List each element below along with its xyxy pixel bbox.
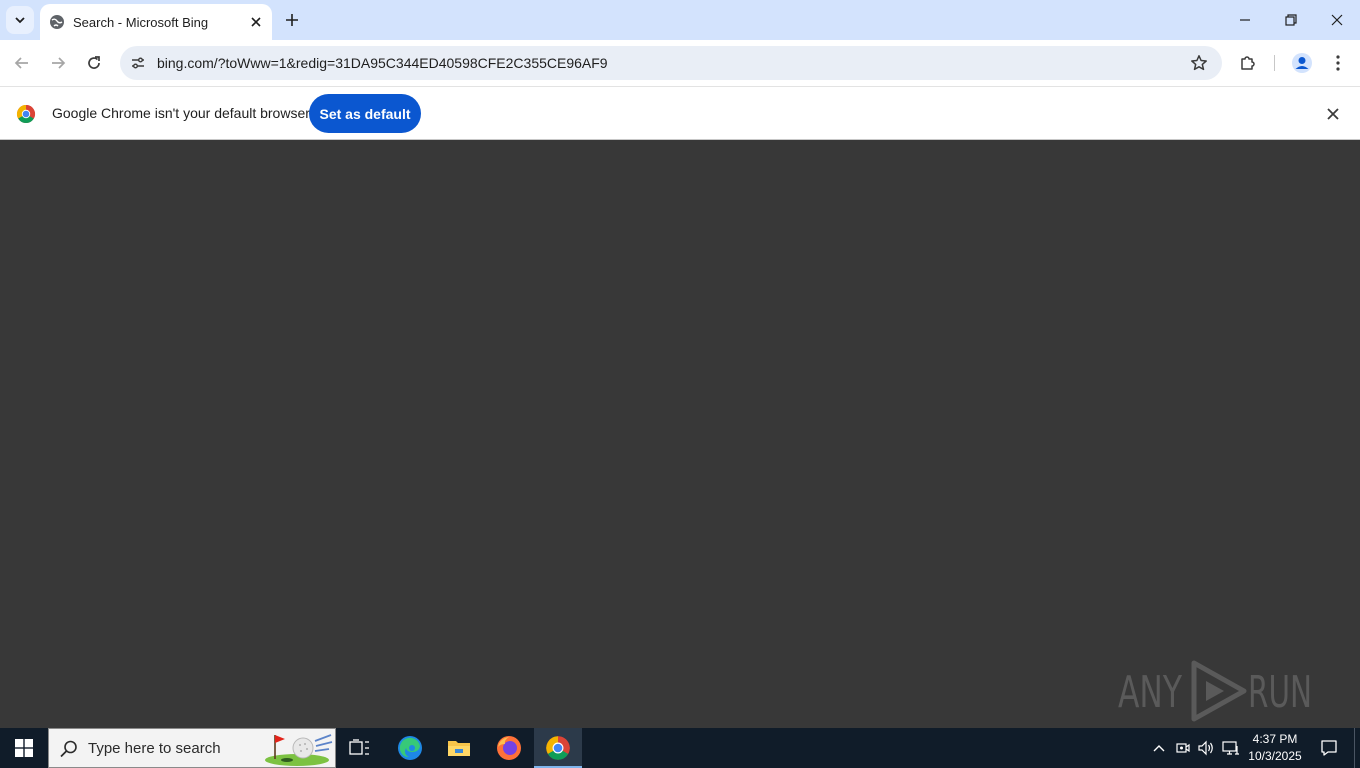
extensions-button[interactable] bbox=[1234, 49, 1262, 77]
tab-active[interactable]: Search - Microsoft Bing bbox=[40, 4, 272, 40]
bookmark-star-icon[interactable] bbox=[1188, 52, 1210, 74]
plus-icon bbox=[286, 14, 298, 26]
start-button[interactable] bbox=[0, 728, 48, 768]
puzzle-icon bbox=[1241, 56, 1255, 70]
svg-text:RUN: RUN bbox=[1248, 667, 1312, 718]
taskbar-file-explorer[interactable] bbox=[435, 728, 483, 768]
tab-strip: Search - Microsoft Bing bbox=[0, 0, 1360, 40]
taskbar-clock[interactable]: 4:37 PM 10/3/2025 bbox=[1243, 731, 1307, 765]
search-placeholder: Type here to search bbox=[88, 740, 221, 757]
reload-button[interactable] bbox=[80, 49, 108, 77]
task-view-button[interactable] bbox=[336, 728, 384, 768]
default-browser-infobar: Google Chrome isn't your default browser… bbox=[0, 86, 1360, 140]
edge-icon bbox=[398, 736, 422, 760]
address-bar[interactable]: bing.com/?toWww=1&redig=31DA95C344ED4059… bbox=[120, 46, 1222, 80]
minimize-button[interactable] bbox=[1222, 0, 1268, 40]
avatar-icon bbox=[1292, 53, 1312, 73]
folder-icon bbox=[448, 741, 470, 756]
toolbar-separator bbox=[1274, 55, 1275, 71]
taskbar-firefox[interactable] bbox=[485, 728, 533, 768]
arrow-right-icon bbox=[52, 57, 66, 69]
menu-button[interactable] bbox=[1324, 49, 1352, 77]
minimize-icon bbox=[1240, 19, 1250, 21]
reload-icon bbox=[88, 56, 100, 69]
network-icon[interactable] bbox=[1221, 738, 1241, 758]
back-button[interactable] bbox=[8, 49, 36, 77]
chevron-down-icon bbox=[15, 17, 25, 24]
tab-title: Search - Microsoft Bing bbox=[73, 14, 209, 30]
show-desktop-button[interactable] bbox=[1354, 728, 1360, 768]
arrow-left-icon bbox=[14, 57, 28, 69]
clock-time: 4:37 PM bbox=[1252, 732, 1298, 746]
close-icon bbox=[251, 17, 261, 27]
golf-search-highlight-icon bbox=[265, 734, 333, 766]
infobar-close-button[interactable] bbox=[1322, 103, 1344, 125]
windows-logo-icon bbox=[15, 739, 33, 757]
forward-button[interactable] bbox=[44, 49, 72, 77]
firefox-icon bbox=[497, 736, 521, 760]
notification-icon bbox=[1321, 740, 1337, 756]
new-tab-button[interactable] bbox=[280, 8, 304, 32]
action-center-button[interactable] bbox=[1312, 728, 1346, 768]
show-hidden-icons-button[interactable] bbox=[1149, 738, 1169, 758]
close-icon bbox=[1327, 108, 1339, 120]
tab-search-button[interactable] bbox=[6, 6, 34, 34]
page-content: ANY RUN bbox=[0, 140, 1360, 728]
close-icon bbox=[1331, 14, 1343, 26]
taskbar-chrome[interactable] bbox=[534, 728, 582, 768]
meet-now-icon[interactable] bbox=[1173, 738, 1193, 758]
windows-taskbar: Type here to search 4:37 PM 10/3/2025 bbox=[0, 728, 1360, 768]
chevron-up-icon bbox=[1153, 745, 1165, 752]
site-info-icon[interactable] bbox=[126, 51, 150, 75]
chrome-logo-icon bbox=[16, 105, 36, 124]
tab-close-button[interactable] bbox=[246, 12, 266, 32]
set-as-default-button[interactable]: Set as default bbox=[309, 94, 421, 133]
infobar-message: Google Chrome isn't your default browser bbox=[52, 105, 310, 121]
anyrun-watermark-logo: ANY RUN bbox=[1118, 660, 1312, 722]
address-url[interactable]: bing.com/?toWww=1&redig=31DA95C344ED4059… bbox=[157, 55, 608, 71]
restore-button[interactable] bbox=[1268, 0, 1314, 40]
screen: Search - Microsoft Bing bing.com/?toWww=… bbox=[0, 0, 1360, 768]
close-window-button[interactable] bbox=[1314, 0, 1360, 40]
volume-icon[interactable] bbox=[1196, 738, 1216, 758]
restore-icon bbox=[1285, 14, 1297, 26]
kebab-menu-icon bbox=[1336, 55, 1340, 71]
taskbar-search-box[interactable]: Type here to search bbox=[48, 728, 336, 768]
search-icon bbox=[60, 740, 77, 758]
globe-icon bbox=[49, 14, 65, 30]
task-view-icon bbox=[349, 739, 369, 755]
svg-text:ANY: ANY bbox=[1118, 667, 1182, 718]
browser-toolbar: bing.com/?toWww=1&redig=31DA95C344ED4059… bbox=[0, 40, 1360, 86]
profile-button[interactable] bbox=[1288, 49, 1316, 77]
taskbar-edge[interactable] bbox=[386, 728, 434, 768]
clock-date: 10/3/2025 bbox=[1248, 749, 1302, 763]
chrome-icon bbox=[546, 736, 570, 760]
